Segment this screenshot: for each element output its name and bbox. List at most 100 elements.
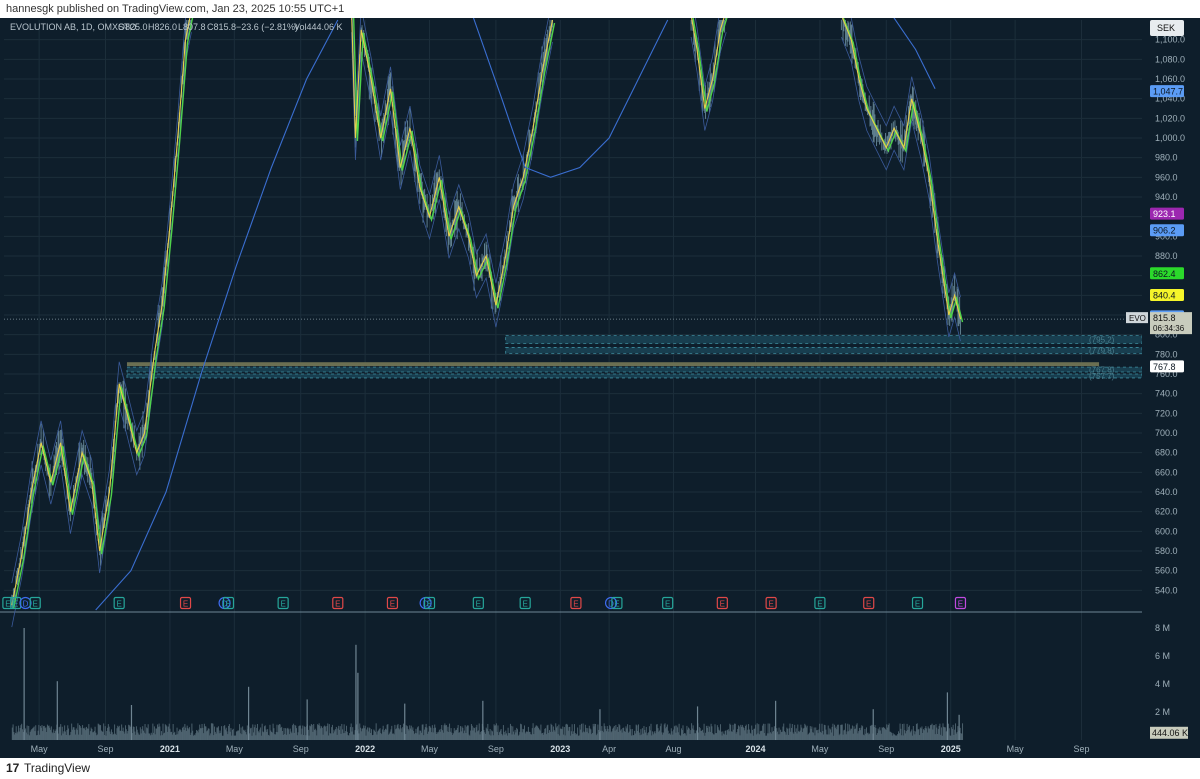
volume-spike <box>56 681 58 740</box>
volume-tick-label: 8 M <box>1155 623 1170 633</box>
symbol-tag: EVO <box>1129 314 1146 323</box>
price-tick-label: 880.0 <box>1155 251 1178 261</box>
event-label: E <box>768 600 773 609</box>
event-label: E <box>476 600 481 609</box>
symbol-legend: EVOLUTION AB, 1D, OMXSTO O825.0 H826.0 L… <box>10 22 343 32</box>
ohlc-high: H826.0 <box>148 22 177 32</box>
event-label: E <box>5 600 10 609</box>
chart-screenshot: hannesgk published on TradingView.com, J… <box>0 0 1200 779</box>
price-label-0: 1,047.7 <box>1153 87 1183 97</box>
time-tick-label: Aug <box>666 744 682 754</box>
event-label: E <box>958 600 963 609</box>
volume-spike <box>696 706 699 740</box>
last-price-label: 815.8 <box>1153 313 1176 323</box>
price-label-2: 906.2 <box>1153 226 1176 236</box>
currency-badge[interactable]: SEK <box>1150 20 1184 36</box>
event-label: D <box>23 600 29 609</box>
volume-spike <box>130 705 133 740</box>
support-zone-0 <box>505 335 1143 344</box>
time-tick-label: Sep <box>1073 744 1089 754</box>
event-label: E <box>13 600 18 609</box>
price-tick-label: 980.0 <box>1155 153 1178 163</box>
volume-value: Vol444.06 K <box>294 22 343 32</box>
zone-label-3: (757.7) <box>1089 372 1115 381</box>
price-label-3: 862.4 <box>1153 269 1176 279</box>
event-label: E <box>116 600 121 609</box>
price-label-1: 923.1 <box>1153 209 1176 219</box>
event-label: E <box>183 600 188 609</box>
price-change: −23.6 (−2.81%) <box>236 22 298 32</box>
tradingview-logo-icon: 17 <box>6 761 20 775</box>
event-label: E <box>866 600 871 609</box>
bar-countdown: 06:34:36 <box>1153 324 1185 333</box>
event-label: E <box>817 600 822 609</box>
volume-spike <box>23 628 25 740</box>
volume-spike <box>355 644 357 740</box>
event-label: E <box>335 600 340 609</box>
price-label-6: 767.8 <box>1153 362 1176 372</box>
price-tick-label: 680.0 <box>1155 448 1178 458</box>
volume-tick-label: 2 M <box>1155 707 1170 717</box>
chart-canvas[interactable]: (795.2)(779.8)(767.8)(757.7) E E D E E E DE E E E… <box>0 18 1200 758</box>
price-tick-label: 960.0 <box>1155 172 1178 182</box>
price-tick-label: 540.0 <box>1155 585 1178 595</box>
support-zone-1 <box>505 347 1143 354</box>
price-tick-label: 780.0 <box>1155 349 1178 359</box>
event-label: E <box>390 600 395 609</box>
volume-spike <box>357 672 359 740</box>
time-tick-label: Sep <box>97 744 113 754</box>
time-tick-label: 2021 <box>160 744 180 754</box>
time-tick-label: May <box>1007 744 1025 754</box>
volume-spike <box>306 699 308 740</box>
event-label: E <box>720 600 725 609</box>
price-tick-label: 560.0 <box>1155 566 1178 576</box>
event-label: E <box>33 600 38 609</box>
time-tick-label: Sep <box>488 744 504 754</box>
time-tick-label: Sep <box>878 744 894 754</box>
support-zone-3 <box>126 373 1143 379</box>
volume-spike <box>946 692 949 740</box>
price-tick-label: 740.0 <box>1155 389 1178 399</box>
price-tick-label: 940.0 <box>1155 192 1178 202</box>
zone-label-1: (779.8) <box>1089 346 1115 355</box>
price-tick-label: 1,080.0 <box>1155 54 1185 64</box>
volume-spike <box>404 703 406 740</box>
zone-label-0: (795.2) <box>1089 336 1115 345</box>
price-tick-label: 1,000.0 <box>1155 133 1185 143</box>
price-tick-label: 1,020.0 <box>1155 113 1185 123</box>
volume-spike <box>775 700 777 740</box>
time-tick-label: Sep <box>293 744 309 754</box>
price-tick-label: 660.0 <box>1155 467 1178 477</box>
price-tick-label: 1,100.0 <box>1155 35 1185 45</box>
time-tick-label: 2024 <box>745 744 765 754</box>
publish-banner: hannesgk published on TradingView.com, J… <box>0 0 1200 18</box>
event-label: E <box>427 600 432 609</box>
event-label: E <box>915 600 920 609</box>
price-tick-label: 600.0 <box>1155 526 1178 536</box>
event-label: E <box>523 600 528 609</box>
time-tick-label: 2025 <box>941 744 961 754</box>
ohlc-close: C815.8 <box>207 22 236 32</box>
time-tick-label: May <box>226 744 244 754</box>
price-tick-label: 580.0 <box>1155 546 1178 556</box>
volume-tick-label: 4 M <box>1155 679 1170 689</box>
price-tick-label: 720.0 <box>1155 408 1178 418</box>
price-tick-label: 620.0 <box>1155 507 1178 517</box>
event-label: E <box>665 600 670 609</box>
support-zone-2 <box>126 366 1143 373</box>
volume-spike <box>482 700 484 740</box>
time-tick-label: May <box>421 744 439 754</box>
footer-bar: 17 TradingView <box>0 758 1200 779</box>
volume-spike <box>599 709 601 740</box>
volume-spike <box>958 714 960 740</box>
event-label: E <box>226 600 231 609</box>
time-tick-label: 2023 <box>550 744 570 754</box>
volume-spike <box>872 709 874 740</box>
brand-name: TradingView <box>24 761 91 775</box>
volume-bar <box>962 723 964 740</box>
time-tick-label: Apr <box>602 744 616 754</box>
event-label: E <box>573 600 578 609</box>
level-band <box>126 362 1100 367</box>
time-axis: May Sep 2021 May Sep 2022 May Sep 2023 Apr Aug 2024… <box>0 741 1200 758</box>
volume-tick-label: 6 M <box>1155 651 1170 661</box>
